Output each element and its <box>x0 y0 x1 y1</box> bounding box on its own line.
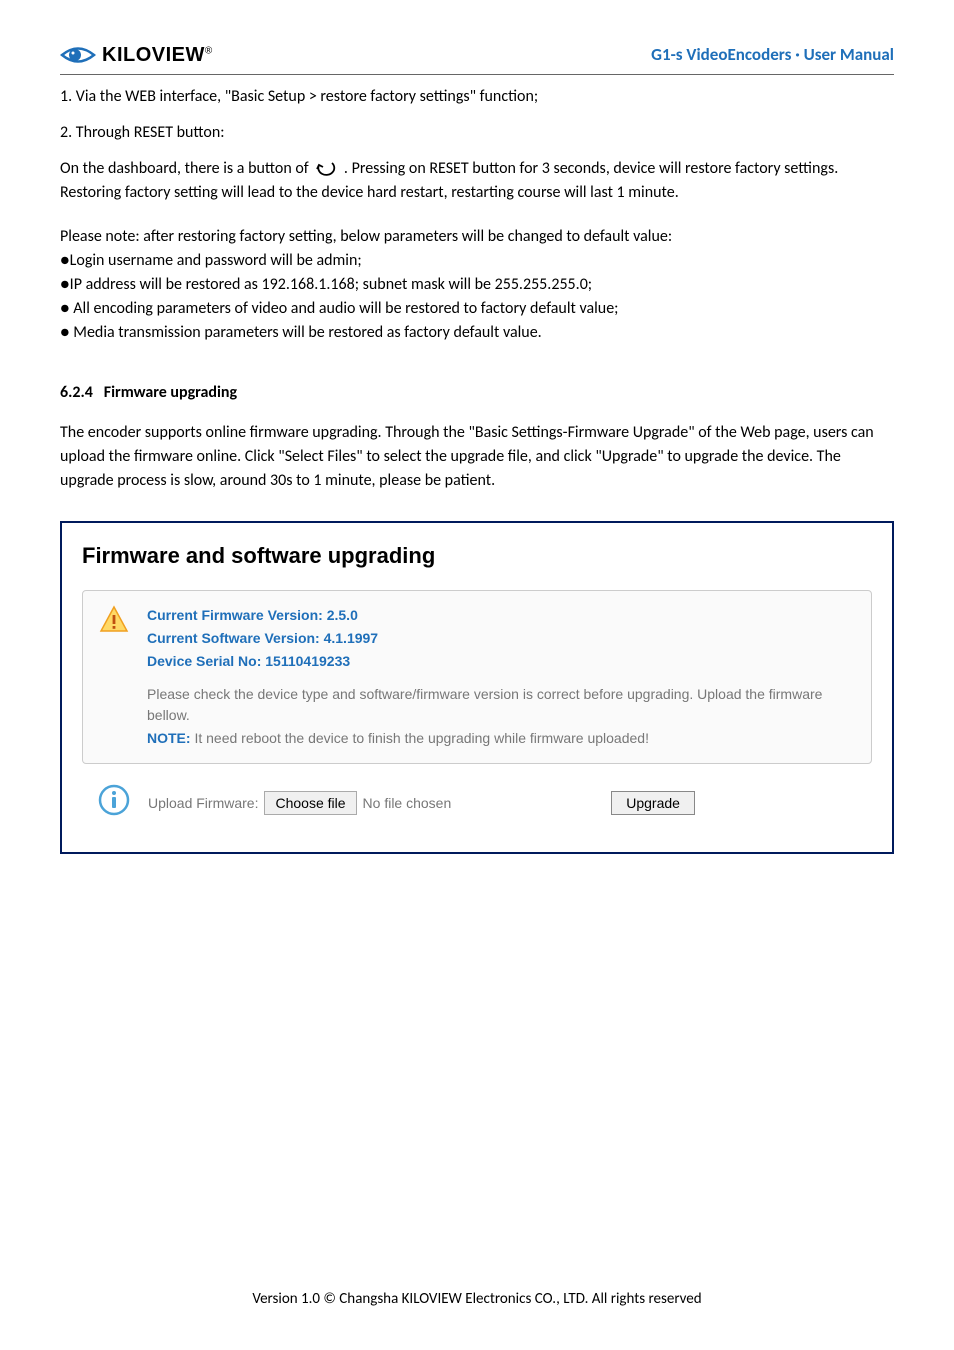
software-version: Current Software Version: 4.1.1997 <box>147 628 855 649</box>
warning-content: Current Firmware Version: 2.5.0 Current … <box>147 605 855 749</box>
dashboard-text-pre: On the dashboard, there is a button of <box>60 159 312 178</box>
info-icon <box>98 784 130 822</box>
upload-label: Upload Firmware: <box>148 793 258 814</box>
firmware-upgrade-panel: Firmware and software upgrading Current … <box>60 521 894 854</box>
note-text: It need reboot the device to finish the … <box>191 730 649 746</box>
page-header: KILOVIEW® G1-s VideoEncoders · User Manu… <box>60 40 894 70</box>
eye-icon <box>60 42 96 68</box>
section-title: Firmware upgrading <box>104 383 237 402</box>
section-heading: 6.2.4 Firmware upgrading <box>60 381 894 405</box>
warning-panel: Current Firmware Version: 2.5.0 Current … <box>82 590 872 764</box>
note-line: NOTE: It need reboot the device to finis… <box>147 728 855 749</box>
warning-icon <box>99 605 129 641</box>
bullet-2: ●IP address will be restored as 192.168.… <box>60 273 894 297</box>
instruction-line-2: 2. Through RESET button: <box>60 121 894 145</box>
firmware-paragraph: The encoder supports online firmware upg… <box>60 421 894 493</box>
brand-logo: KILOVIEW® <box>60 40 213 70</box>
note-label: NOTE: <box>147 730 191 746</box>
dashboard-instruction: On the dashboard, there is a button of .… <box>60 157 894 205</box>
bullet-3: ● All encoding parameters of video and a… <box>60 297 894 321</box>
firmware-version: Current Firmware Version: 2.5.0 <box>147 605 855 626</box>
page-footer: Version 1.0 © Changsha KILOVIEW Electron… <box>0 1288 954 1311</box>
device-serial: Device Serial No: 15110419233 <box>147 651 855 672</box>
brand-text: KILOVIEW® <box>102 40 213 70</box>
upgrade-button[interactable]: Upgrade <box>611 791 695 815</box>
section-number: 6.2.4 <box>60 383 93 402</box>
check-text: Please check the device type and softwar… <box>147 684 855 726</box>
bullet-4: ● Media transmission parameters will be … <box>60 321 894 345</box>
reset-icon <box>312 159 340 179</box>
upload-row: Upload Firmware: Choose file No file cho… <box>148 791 695 815</box>
header-divider <box>60 74 894 75</box>
no-file-text: No file chosen <box>363 793 452 814</box>
firmware-panel-title: Firmware and software upgrading <box>82 539 872 572</box>
choose-file-button[interactable]: Choose file <box>264 791 356 815</box>
upload-panel: Upload Firmware: Choose file No file cho… <box>82 778 872 828</box>
page-title: G1-s VideoEncoders · User Manual <box>651 42 894 68</box>
note-intro: Please note: after restoring factory set… <box>60 225 894 249</box>
bullet-1: ●Login username and password will be adm… <box>60 249 894 273</box>
instruction-line-1: 1. Via the WEB interface, "Basic Setup >… <box>60 85 894 109</box>
